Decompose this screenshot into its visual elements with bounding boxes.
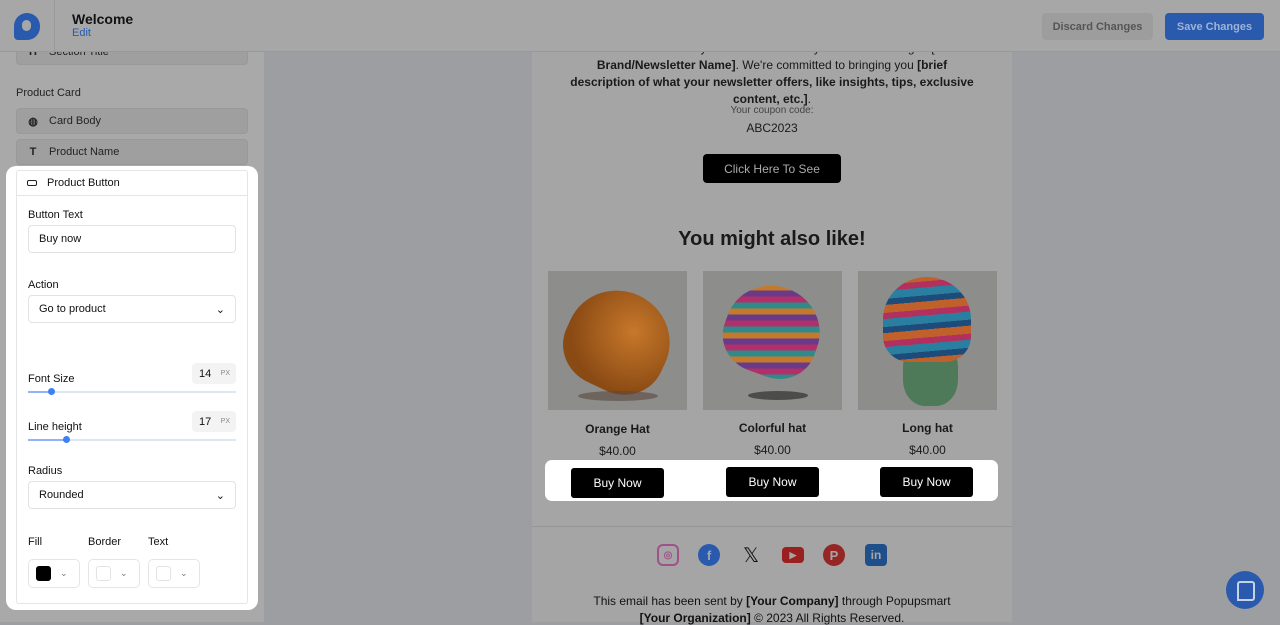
button-icon: [27, 180, 37, 186]
line-height-label: Line height: [28, 421, 82, 433]
top-bar: Welcome Edit Discard Changes Save Change…: [0, 0, 1280, 52]
facebook-icon[interactable]: f: [698, 544, 720, 566]
coupon-label: Your coupon code:: [730, 105, 814, 116]
button-text-input[interactable]: Buy now: [28, 225, 236, 253]
recommendations-heading: You might also like!: [678, 228, 866, 250]
product-name: Orange Hat: [585, 422, 650, 436]
font-size-input[interactable]: 14 PX: [192, 363, 236, 384]
discard-changes-button[interactable]: Discard Changes: [1042, 13, 1153, 40]
sidebar-item-card-body[interactable]: ◍ Card Body: [16, 108, 248, 134]
edit-link[interactable]: Edit: [72, 27, 91, 39]
chevron-down-icon: ⌄: [120, 568, 128, 578]
sidebar: H Section Title Product Card ◍ Card Body T…: [0, 0, 264, 622]
product-image-long-hat: [858, 271, 997, 410]
text-icon: T: [29, 146, 37, 158]
border-color-picker[interactable]: ⌄: [88, 559, 140, 588]
product-image-orange-hat: [548, 271, 687, 410]
text-color-picker[interactable]: ⌄: [148, 559, 200, 588]
text-color-label: Text: [148, 536, 169, 548]
font-size-label: Font Size: [28, 373, 75, 385]
product-name: Colorful hat: [738, 421, 807, 435]
page-title: Welcome: [72, 11, 134, 27]
fill-label: Fill: [28, 536, 43, 548]
text-swatch: [156, 566, 171, 581]
chevron-down-icon: ⌄: [215, 489, 225, 502]
buy-now-button[interactable]: Buy Now: [880, 467, 973, 497]
x-icon[interactable]: 𝕏: [740, 544, 762, 567]
product-price: $40.00: [599, 444, 636, 458]
chevron-down-icon: ⌄: [60, 568, 68, 578]
product-name: Long hat: [902, 421, 953, 435]
palette-icon: ◍: [28, 115, 38, 128]
coupon-code: ABC2023: [746, 121, 798, 135]
action-label: Action: [28, 279, 59, 291]
font-size-slider[interactable]: [28, 388, 236, 395]
email-preview: We're thrilled to have you on board! Tha…: [532, 0, 1012, 625]
button-text-label: Button Text: [28, 209, 83, 221]
buy-now-button[interactable]: Buy Now: [571, 468, 664, 498]
chevron-down-icon: ⌄: [180, 568, 188, 578]
radius-label: Radius: [28, 465, 63, 477]
product-price: $40.00: [754, 443, 791, 457]
cta-button[interactable]: Click Here To See: [703, 154, 841, 183]
chat-support-button[interactable]: [1226, 571, 1264, 609]
popupsmart-logo[interactable]: [14, 13, 40, 40]
linkedin-icon[interactable]: in: [865, 544, 887, 566]
footer-sent-by: This email has been sent by [Your Compan…: [593, 594, 951, 608]
youtube-icon[interactable]: ▶: [782, 547, 804, 563]
product-image-colorful-hat: [703, 271, 842, 410]
border-swatch: [96, 566, 111, 581]
fill-color-picker[interactable]: ⌄: [28, 559, 80, 588]
slider-thumb[interactable]: [63, 436, 70, 443]
group-label: Product Card: [16, 87, 81, 99]
line-height-slider[interactable]: [28, 436, 236, 443]
border-label: Border: [88, 536, 122, 548]
divider: [532, 526, 1012, 527]
footer-copyright: [Your Organization] © 2023 All Rights Re…: [639, 611, 905, 625]
save-changes-button[interactable]: Save Changes: [1165, 13, 1264, 40]
buy-now-button[interactable]: Buy Now: [726, 467, 819, 497]
product-price: $40.00: [909, 443, 946, 457]
chevron-down-icon: ⌄: [215, 303, 225, 316]
line-height-input[interactable]: 17 PX: [192, 411, 236, 432]
fill-swatch: [36, 566, 51, 581]
buy-buttons-row: Buy Now Buy Now Buy Now: [545, 460, 998, 501]
product-button-panel: Product Button Button Text Buy now Actio…: [6, 166, 258, 610]
action-select[interactable]: Go to product ⌄: [28, 295, 236, 323]
slider-thumb[interactable]: [48, 388, 55, 395]
instagram-icon[interactable]: ◎: [657, 544, 679, 566]
radius-select[interactable]: Rounded ⌄: [28, 481, 236, 509]
sidebar-item-product-name[interactable]: T Product Name: [16, 139, 248, 165]
sidebar-item-product-button[interactable]: Product Button: [17, 171, 247, 196]
pinterest-icon[interactable]: P: [823, 544, 845, 566]
